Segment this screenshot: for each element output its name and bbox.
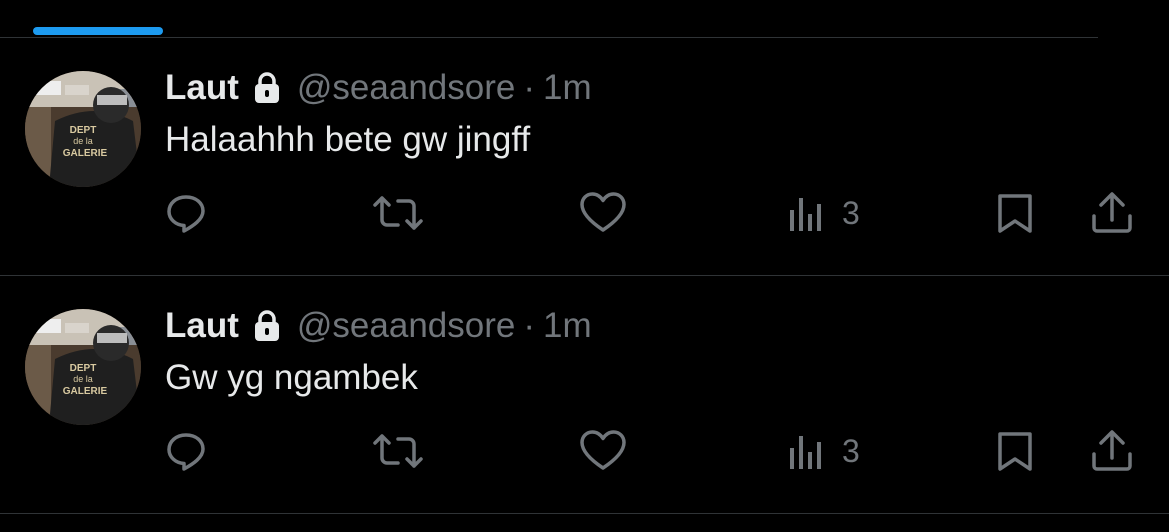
bookmark-button[interactable]: [993, 428, 1037, 474]
tweet-text: Halaahhh bete gw jingff: [165, 120, 531, 159]
separator-dot: ·: [523, 68, 535, 107]
tweet-divider: [0, 513, 1169, 514]
display-name[interactable]: Laut: [165, 306, 239, 346]
retweet-button[interactable]: [371, 428, 425, 474]
tweet-header: Laut @seaandsore · 1m: [165, 304, 592, 348]
display-name[interactable]: Laut: [165, 68, 239, 108]
like-icon: [578, 190, 628, 236]
timestamp[interactable]: 1m: [543, 306, 592, 346]
reply-button[interactable]: [163, 428, 209, 474]
reply-icon: [163, 428, 209, 474]
bookmark-icon: [993, 428, 1037, 474]
avatar-shirt-text: DEPT: [70, 363, 97, 374]
tweet-text: Gw yg ngambek: [165, 358, 418, 397]
avatar[interactable]: DEPT de la GALERIE: [25, 71, 141, 187]
share-button[interactable]: [1088, 190, 1136, 236]
user-handle[interactable]: @seaandsore: [297, 68, 515, 108]
like-button[interactable]: [578, 190, 628, 236]
avatar-shirt-text: GALERIE: [63, 386, 108, 397]
avatar-shirt-text: DEPT: [70, 125, 97, 136]
views-button[interactable]: 3: [786, 428, 860, 474]
user-handle[interactable]: @seaandsore: [297, 306, 515, 346]
separator-dot: ·: [523, 306, 535, 345]
share-icon: [1088, 190, 1136, 236]
views-button[interactable]: 3: [786, 190, 860, 236]
like-icon: [578, 428, 628, 474]
tweet[interactable]: DEPT de la GALERIE Laut @seaandsore · 1m…: [0, 276, 1169, 514]
active-tab-indicator: [33, 27, 163, 35]
lock-icon: [253, 71, 281, 105]
avatar[interactable]: DEPT de la GALERIE: [25, 309, 141, 425]
share-button[interactable]: [1088, 428, 1136, 474]
timestamp[interactable]: 1m: [543, 68, 592, 108]
retweet-icon: [371, 428, 425, 474]
bookmark-button[interactable]: [993, 190, 1037, 236]
avatar-shirt-text: de la: [73, 136, 93, 146]
avatar-shirt-text: de la: [73, 374, 93, 384]
views-count: 3: [842, 194, 860, 231]
bookmark-icon: [993, 190, 1037, 236]
share-icon: [1088, 428, 1136, 474]
views-icon: [786, 190, 828, 236]
reply-icon: [163, 190, 209, 236]
tweet[interactable]: DEPT de la GALERIE Laut @seaandsore · 1m…: [0, 38, 1169, 276]
like-button[interactable]: [578, 428, 628, 474]
retweet-icon: [371, 190, 425, 236]
tweet-header: Laut @seaandsore · 1m: [165, 66, 592, 110]
avatar-shirt-text: GALERIE: [63, 148, 108, 159]
lock-icon: [253, 309, 281, 343]
views-icon: [786, 428, 828, 474]
views-count: 3: [842, 432, 860, 469]
retweet-button[interactable]: [371, 190, 425, 236]
reply-button[interactable]: [163, 190, 209, 236]
